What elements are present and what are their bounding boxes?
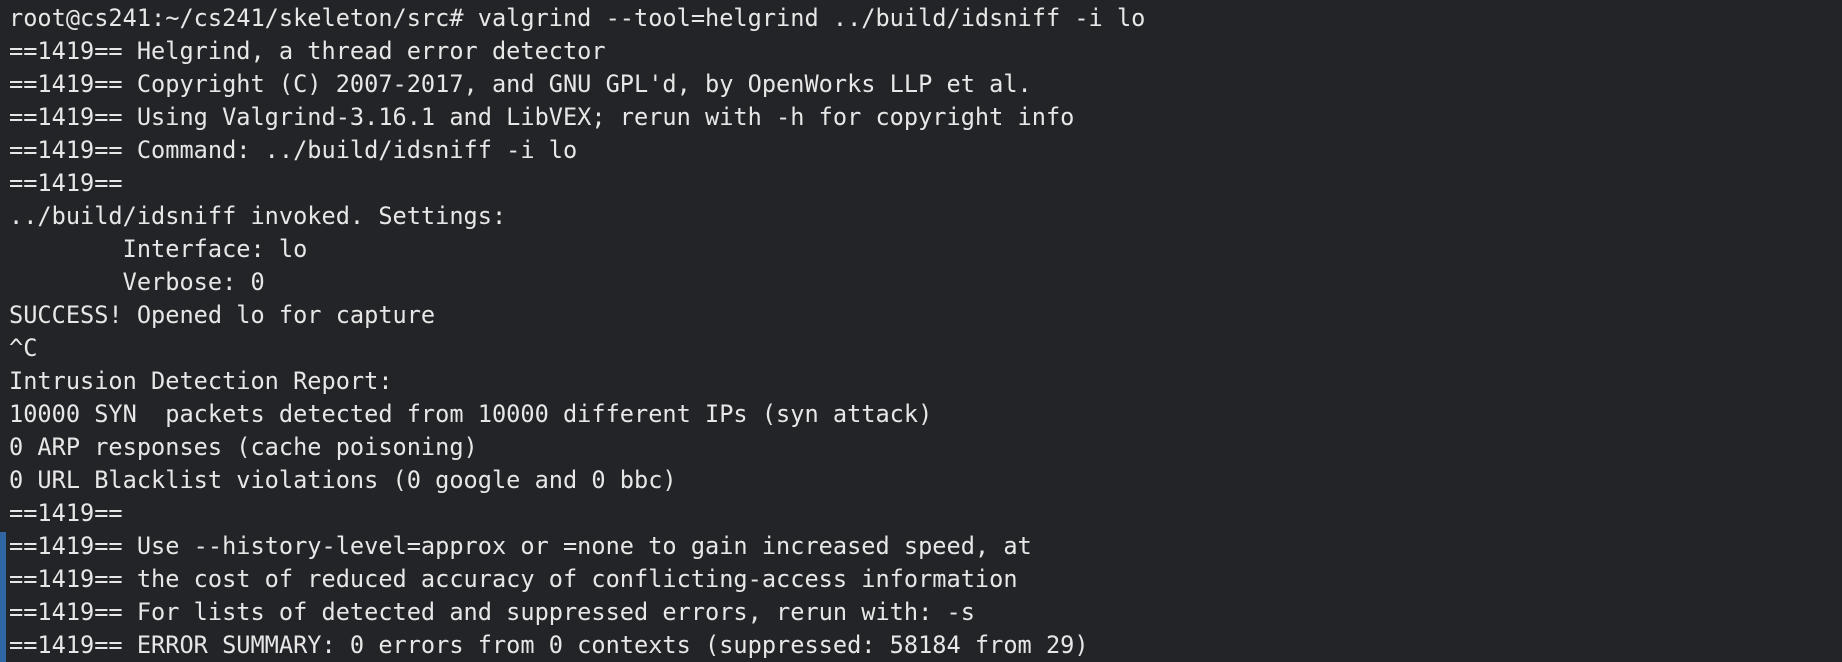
highlighted-output-line: ==1419== the cost of reduced accuracy of… — [0, 563, 1842, 596]
command-prompt-line: root@cs241:~/cs241/skeleton/src# valgrin… — [9, 4, 1146, 32]
highlighted-output-line: ==1419== Use --history-level=approx or =… — [0, 530, 1842, 563]
output-line: ==1419== Helgrind, a thread error detect… — [9, 37, 606, 65]
output-line: Interface: lo — [9, 235, 308, 263]
output-line: ^C — [9, 334, 38, 362]
output-line: 0 URL Blacklist violations (0 google and… — [9, 466, 677, 494]
output-line: SUCCESS! Opened lo for capture — [9, 301, 436, 329]
output-line: ../build/idsniff invoked. Settings: — [9, 202, 507, 230]
output-line: ==1419== Command: ../build/idsniff -i lo — [9, 136, 578, 164]
output-line: ==1419== — [9, 499, 123, 527]
terminal-window[interactable]: root@cs241:~/cs241/skeleton/src# valgrin… — [0, 0, 1842, 662]
output-line: Verbose: 0 — [9, 268, 265, 296]
output-line: ==1419== Using Valgrind-3.16.1 and LibVE… — [9, 103, 1075, 131]
highlighted-output-line: ==1419== ERROR SUMMARY: 0 errors from 0 … — [0, 629, 1842, 662]
output-line: 0 ARP responses (cache poisoning) — [9, 433, 478, 461]
output-line: ==1419== — [9, 169, 123, 197]
terminal-output: root@cs241:~/cs241/skeleton/src# valgrin… — [0, 2, 1842, 662]
output-line: 10000 SYN packets detected from 10000 di… — [9, 400, 933, 428]
output-line: ==1419== Copyright (C) 2007-2017, and GN… — [9, 70, 1032, 98]
output-line: Intrusion Detection Report: — [9, 367, 393, 395]
highlighted-output-line: ==1419== For lists of detected and suppr… — [0, 596, 1842, 629]
